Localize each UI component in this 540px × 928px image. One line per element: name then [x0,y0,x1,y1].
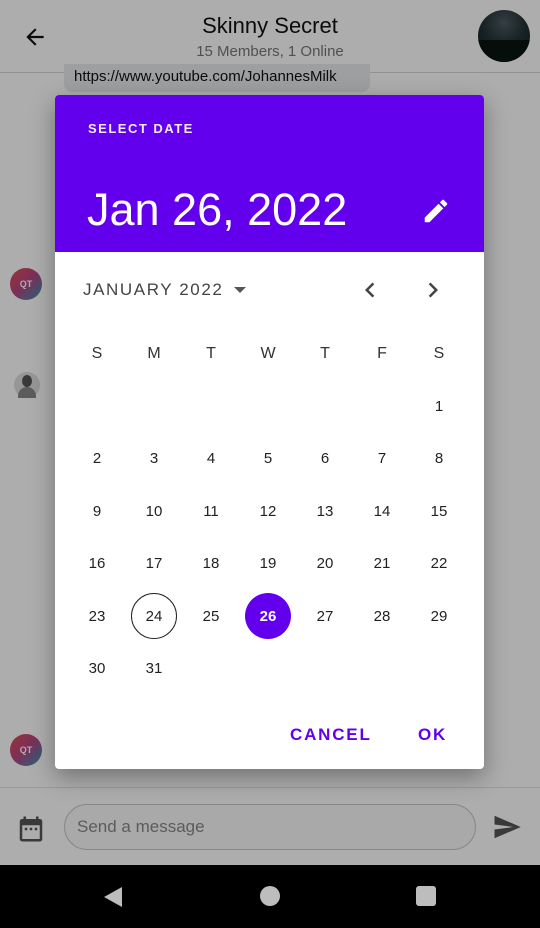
calendar-day[interactable]: 1 [416,383,462,429]
calendar-day[interactable]: 4 [188,435,234,481]
pencil-icon [424,199,448,223]
calendar-day[interactable]: 20 [302,540,348,586]
weekday-label: F [377,345,387,362]
calendar-day[interactable]: 2 [74,435,120,481]
month-year-dropdown[interactable]: JANUARY 2022 [83,272,247,308]
calendar-day[interactable]: 14 [359,488,405,534]
month-navigation: JANUARY 2022 [55,272,484,308]
calendar-day[interactable]: 10 [131,488,177,534]
selected-date-display: Jan 26, 2022 [87,184,348,235]
today-day[interactable]: 24 [131,593,177,639]
chevron-right-icon [428,282,438,298]
date-picker-caption: SELECT DATE [88,121,194,136]
weekday-label: T [206,345,216,362]
next-month-button[interactable] [418,275,448,305]
weekday-label: W [260,345,276,362]
cancel-button[interactable]: CANCEL [290,715,372,755]
chevron-left-icon [365,282,375,298]
calendar-day[interactable]: 23 [74,593,120,639]
weekday-label: S [433,345,445,362]
month-year-label: JANUARY 2022 [83,280,224,299]
calendar-day[interactable]: 30 [74,645,120,691]
calendar-day[interactable]: 5 [245,435,291,481]
nav-recents-icon[interactable] [416,886,436,906]
calendar-day[interactable]: 15 [416,488,462,534]
calendar-day[interactable]: 27 [302,593,348,639]
weekday-label: T [320,345,330,362]
calendar-day[interactable]: 22 [416,540,462,586]
calendar-day[interactable]: 8 [416,435,462,481]
nav-back-icon[interactable] [102,886,124,908]
calendar-day[interactable]: 28 [359,593,405,639]
selected-day[interactable]: 26 [245,593,291,639]
calendar-day[interactable]: 3 [131,435,177,481]
calendar-day[interactable]: 7 [359,435,405,481]
weekday-label: M [147,345,161,362]
previous-month-button[interactable] [355,275,385,305]
caret-down-icon [234,287,247,293]
calendar-day[interactable]: 11 [188,488,234,534]
system-nav-bar [0,865,540,928]
calendar-day[interactable]: 16 [74,540,120,586]
calendar-day[interactable]: 12 [245,488,291,534]
calendar-day[interactable]: 18 [188,540,234,586]
ok-button[interactable]: OK [418,715,447,755]
date-picker-dialog: SELECT DATE Jan 26, 2022 JANUARY 2022 S M… [55,95,484,769]
calendar-day[interactable]: 19 [245,540,291,586]
nav-home-icon[interactable] [260,886,280,906]
calendar-day[interactable]: 13 [302,488,348,534]
dialog-actions: CANCEL OK [55,715,484,755]
calendar-day[interactable]: 17 [131,540,177,586]
date-picker-header: SELECT DATE Jan 26, 2022 [55,95,484,252]
calendar-day[interactable]: 31 [131,645,177,691]
calendar-day[interactable]: 21 [359,540,405,586]
calendar-day[interactable]: 6 [302,435,348,481]
calendar-day[interactable]: 9 [74,488,120,534]
calendar-day[interactable]: 25 [188,593,234,639]
edit-date-button[interactable] [421,196,451,226]
calendar-day[interactable]: 29 [416,593,462,639]
weekday-label: S [91,345,103,362]
